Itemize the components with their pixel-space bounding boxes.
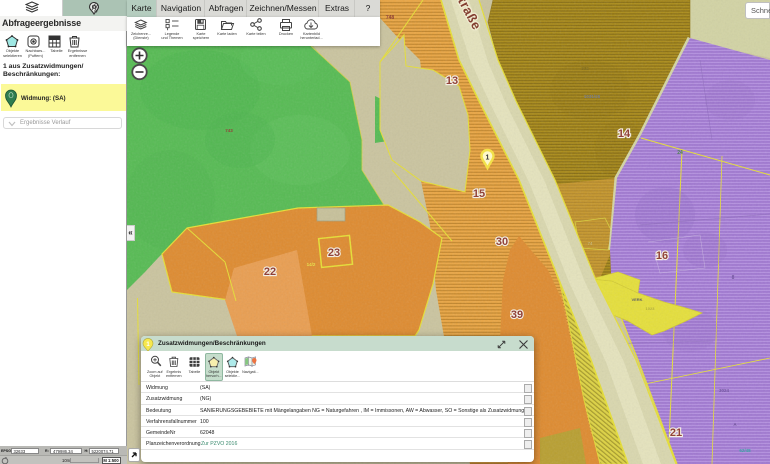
svg-text:1: 1 [486, 155, 490, 162]
